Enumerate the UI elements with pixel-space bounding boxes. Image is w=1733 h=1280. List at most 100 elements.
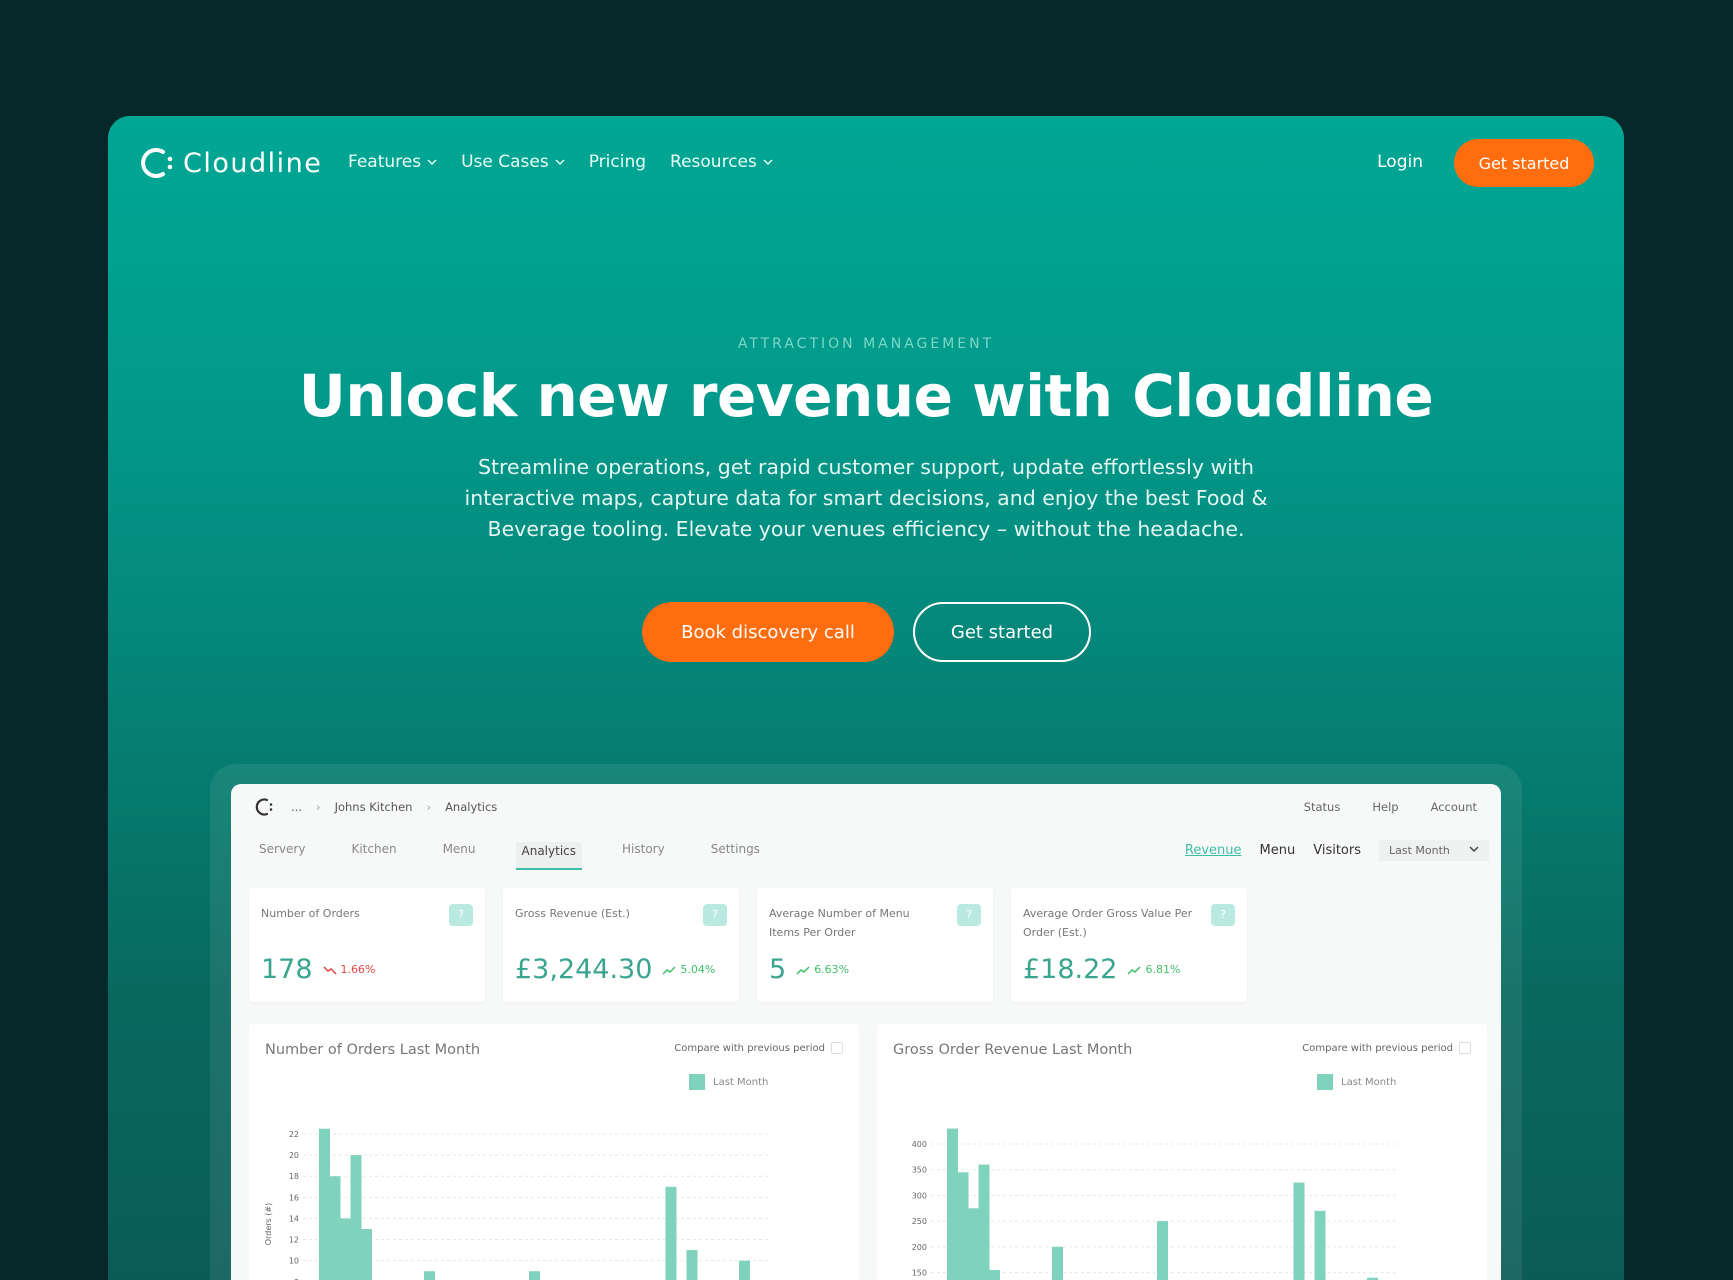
menu-resources-label: Resources [670, 152, 757, 172]
chart-bar[interactable] [424, 1271, 435, 1280]
chart-bar[interactable] [1314, 1210, 1326, 1280]
chart-bar[interactable] [1052, 1246, 1063, 1280]
kpi-label: Number of Orders [261, 907, 360, 920]
help-icon[interactable]: ? [703, 904, 727, 926]
compare-label: Compare with previous period [1302, 1042, 1453, 1054]
kpi-card: Number of Orders ? 178 1.66% [249, 888, 485, 1002]
kpi-delta-value: 1.66% [340, 963, 376, 976]
help-icon[interactable]: ? [957, 904, 981, 926]
chart-bar[interactable] [1293, 1182, 1305, 1280]
chart-bar[interactable] [340, 1218, 351, 1280]
tab-servery[interactable]: Servery [253, 842, 311, 870]
menu-pricing[interactable]: Pricing [589, 152, 646, 172]
y-tick-label: 350 [912, 1166, 927, 1175]
orders-chart-card: 810121416182022Orders (#) Number of Orde… [249, 1024, 859, 1280]
chart-bar[interactable] [529, 1271, 540, 1280]
kpi-delta: 1.66% [323, 963, 376, 976]
nav-get-started-button[interactable]: Get started [1454, 139, 1594, 187]
dashboard-tabs: Servery Kitchen Menu Analytics History S… [253, 842, 766, 870]
tab-menu[interactable]: Menu [437, 842, 482, 870]
y-tick-label: 150 [912, 1269, 927, 1278]
account-link[interactable]: Account [1431, 800, 1477, 814]
main-menu: Features Use Cases Pricing Resources [348, 152, 773, 172]
y-tick-label: 20 [289, 1151, 299, 1160]
breadcrumb-venue[interactable]: Johns Kitchen [335, 800, 413, 814]
chart-bar[interactable] [350, 1155, 362, 1280]
kpi-value-row: 5 6.63% [769, 954, 849, 985]
top-nav: Cloudline Features Use Cases Pricing Res… [108, 116, 1624, 210]
menu-use-cases-label: Use Cases [461, 152, 549, 172]
kpi-card: Average Order Gross Value Per Order (Est… [1011, 888, 1247, 1002]
filter-visitors[interactable]: Visitors [1313, 843, 1361, 858]
chart-bar[interactable] [989, 1270, 1000, 1280]
period-select[interactable]: Last Month [1379, 840, 1489, 861]
compare-checkbox[interactable] [831, 1042, 843, 1054]
y-tick-label: 400 [912, 1140, 927, 1149]
chart-bar[interactable] [739, 1260, 750, 1280]
help-icon[interactable]: ? [449, 904, 473, 926]
dashboard-preview: ... › Johns Kitchen › Analytics Status H… [231, 784, 1501, 1280]
chart-bar[interactable] [686, 1250, 698, 1280]
status-link[interactable]: Status [1304, 800, 1341, 814]
chart-bar[interactable] [665, 1186, 677, 1280]
kpi-delta-value: 6.63% [814, 963, 850, 976]
kpi-value-row: £18.22 6.81% [1023, 954, 1180, 985]
chevron-down-icon [555, 159, 565, 166]
revenue-bar-chart: 150 200 250 300 350 400 [912, 1128, 1397, 1280]
legend-swatch [689, 1074, 705, 1090]
compare-checkbox[interactable] [1459, 1042, 1471, 1054]
kpi-value: £3,244.30 [515, 954, 653, 985]
breadcrumb-ellipsis[interactable]: ... [291, 800, 302, 814]
kpi-label: Average Number of Menu Items Per Order [769, 907, 910, 939]
kpi-value: £18.22 [1023, 954, 1118, 985]
menu-use-cases[interactable]: Use Cases [461, 152, 565, 172]
landing-frame: Cloudline Features Use Cases Pricing Res… [108, 116, 1624, 1280]
filter-menu[interactable]: Menu [1260, 843, 1296, 858]
help-link[interactable]: Help [1372, 800, 1398, 814]
help-icon[interactable]: ? [1211, 904, 1235, 926]
kpi-delta-value: 5.04% [680, 963, 716, 976]
kpi-delta-value: 6.81% [1145, 963, 1181, 976]
chart-bar[interactable] [361, 1229, 372, 1280]
chevron-right-icon: › [315, 800, 321, 814]
cloudline-logo-icon [141, 148, 173, 178]
y-tick-label: 14 [289, 1214, 299, 1223]
chart-bar[interactable] [968, 1208, 979, 1280]
tab-analytics[interactable]: Analytics [515, 842, 583, 870]
kpi-card: Average Number of Menu Items Per Order ?… [757, 888, 993, 1002]
menu-resources[interactable]: Resources [670, 152, 773, 172]
kpi-label: Average Order Gross Value Per Order (Est… [1023, 907, 1193, 939]
kpi-value: 178 [261, 954, 313, 985]
hero-get-started-button[interactable]: Get started [913, 602, 1091, 662]
login-link[interactable]: Login [1377, 152, 1423, 172]
chart-bar[interactable] [957, 1172, 969, 1280]
dashboard-top-links: Status Help Account [1304, 800, 1477, 814]
orders-bar-chart: 810121416182022Orders (#) [264, 1128, 769, 1280]
kpi-label: Gross Revenue (Est.) [515, 907, 630, 920]
menu-features[interactable]: Features [348, 152, 437, 172]
tab-settings[interactable]: Settings [705, 842, 766, 870]
kpi-card: Gross Revenue (Est.) ? £3,244.30 5.04% [503, 888, 739, 1002]
chart-bar[interactable] [978, 1164, 990, 1280]
chart-bar[interactable] [329, 1176, 341, 1280]
compare-toggle[interactable]: Compare with previous period [674, 1042, 843, 1054]
kpi-delta: 6.63% [796, 963, 849, 976]
chart-bar[interactable] [1157, 1221, 1168, 1280]
book-discovery-call-button[interactable]: Book discovery call [642, 602, 894, 662]
y-tick-label: 200 [912, 1243, 927, 1252]
chart-title: Number of Orders Last Month [265, 1042, 481, 1058]
tab-kitchen[interactable]: Kitchen [345, 842, 402, 870]
breadcrumb-page: Analytics [445, 800, 498, 814]
chart-bar[interactable] [947, 1128, 958, 1280]
hero-cta-row: Book discovery call Get started [642, 602, 1091, 662]
trend-up-icon [796, 965, 810, 975]
kpi-value-row: 178 1.66% [261, 954, 376, 985]
trend-up-icon [662, 965, 676, 975]
chart-bar[interactable] [319, 1128, 330, 1280]
brand-logo[interactable]: Cloudline [137, 143, 322, 183]
menu-pricing-label: Pricing [588, 152, 647, 172]
filter-revenue[interactable]: Revenue [1185, 843, 1242, 858]
y-tick-label: 12 [289, 1236, 299, 1245]
tab-history[interactable]: History [616, 842, 671, 870]
compare-toggle[interactable]: Compare with previous period [1302, 1042, 1471, 1054]
